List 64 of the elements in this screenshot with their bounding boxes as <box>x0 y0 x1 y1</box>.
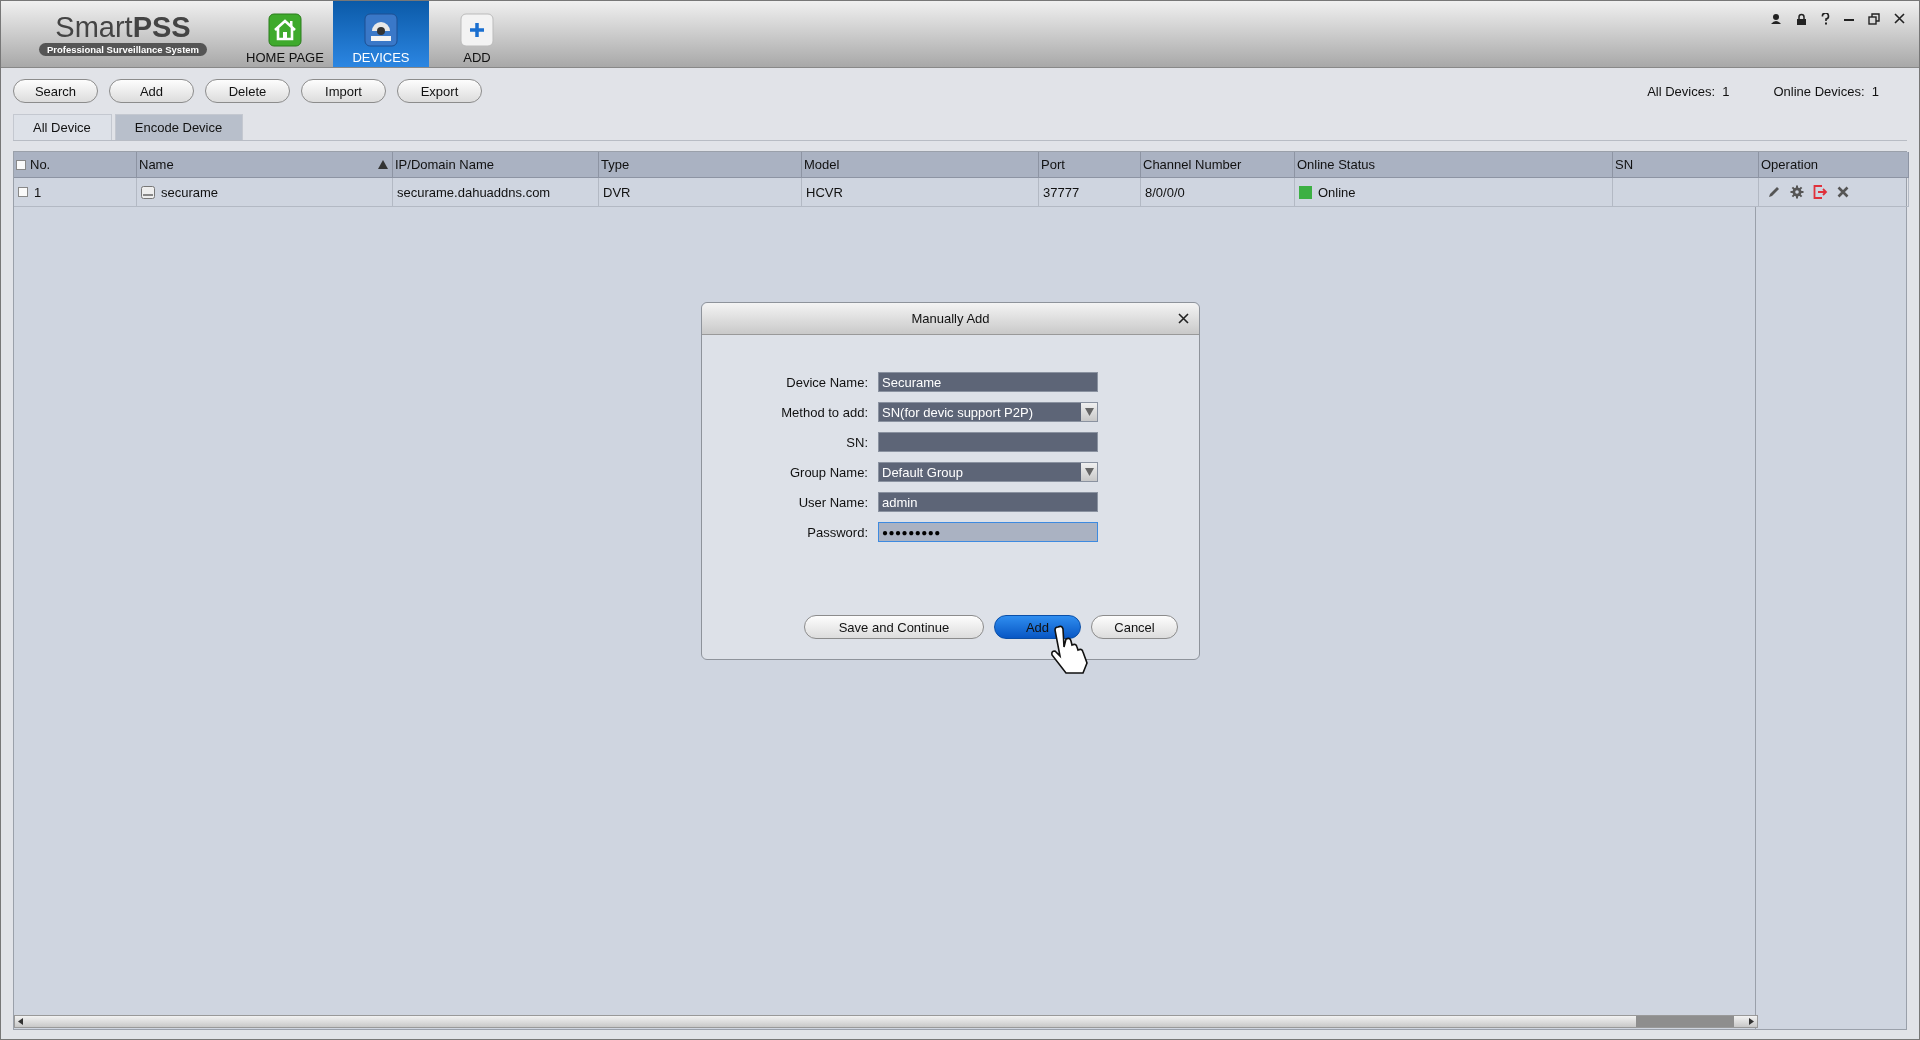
toolbar-button[interactable]: Export <box>397 79 482 103</box>
table-cell: securame <box>161 184 219 200</box>
camera-icon <box>364 13 398 47</box>
table-cell: securame.dahuaddns.com <box>397 184 551 200</box>
sub-tab[interactable]: Encode Device <box>114 114 244 140</box>
dialog-button[interactable]: Save and Continue <box>804 615 984 639</box>
input-field[interactable]: admin <box>878 492 1098 512</box>
column-header[interactable]: Type <box>601 157 630 172</box>
nav-tab[interactable]: ADD <box>429 1 525 67</box>
sub-tab[interactable]: All Device <box>13 114 112 140</box>
toolbar-button[interactable]: Search <box>13 79 98 103</box>
table-cell: 8/0/0/0 <box>1145 184 1185 200</box>
dropdown[interactable]: Default Group <box>878 462 1098 482</box>
table-cell: Online <box>1318 184 1356 200</box>
device-icon <box>141 185 155 199</box>
column-header[interactable]: SN <box>1615 157 1634 172</box>
app-logo: SmartPSS <box>55 12 191 42</box>
table-cell: 1 <box>34 184 42 200</box>
field-label: User Name: <box>797 494 868 510</box>
toolbar-button[interactable]: Add <box>109 79 194 103</box>
help-icon[interactable] <box>1821 13 1830 25</box>
nav-tab[interactable]: HOME PAGE <box>237 1 333 67</box>
field-label: Password: <box>806 524 868 540</box>
column-header[interactable]: Online Status <box>1297 157 1376 172</box>
exit-icon[interactable] <box>1813 185 1828 199</box>
field-label: Method to add: <box>780 404 868 420</box>
nav-tab[interactable]: DEVICES <box>333 1 429 67</box>
input-field[interactable] <box>878 432 1098 452</box>
app-tagline: Professional Surveillance System <box>38 43 208 56</box>
column-header[interactable]: Port <box>1041 157 1065 172</box>
dialog-button[interactable]: Cancel <box>1091 615 1178 639</box>
field-label: SN: <box>845 434 868 450</box>
column-header[interactable]: No. <box>30 157 51 172</box>
toolbar-button[interactable]: Import <box>301 79 386 103</box>
dropdown[interactable]: SN(for devic support P2P) <box>878 402 1098 422</box>
device-count: Online Devices: 1 <box>1773 83 1879 99</box>
column-header[interactable]: Name <box>139 157 174 172</box>
user-icon[interactable] <box>1770 13 1782 25</box>
dialog-title: Manually Add <box>911 311 990 326</box>
toolbar-button[interactable]: Delete <box>205 79 290 103</box>
plus-icon <box>460 13 494 47</box>
password-field[interactable]: ●●●●●●●●● <box>878 522 1098 542</box>
scroll-right-icon[interactable] <box>1746 1016 1757 1027</box>
column-header[interactable]: Model <box>804 157 840 172</box>
lock-icon[interactable] <box>1796 13 1807 25</box>
device-count: All Devices: 1 <box>1647 83 1730 99</box>
delete-icon[interactable] <box>1837 186 1849 198</box>
scroll-left-icon[interactable] <box>15 1016 26 1027</box>
field-label: Group Name: <box>788 464 868 480</box>
field-label: Device Name: <box>785 374 868 390</box>
dialog-button[interactable]: Add <box>994 615 1081 639</box>
row-checkbox[interactable] <box>18 187 28 197</box>
select-all-checkbox[interactable] <box>16 159 26 170</box>
horizontal-scrollbar[interactable] <box>14 1015 1758 1028</box>
table-cell: HCVR <box>806 184 843 200</box>
close-icon[interactable] <box>1894 13 1905 24</box>
pencil-icon[interactable] <box>1767 185 1781 199</box>
house-icon <box>268 13 302 47</box>
restore-icon[interactable] <box>1868 13 1880 25</box>
close-icon[interactable] <box>1178 313 1189 324</box>
settings-icon[interactable] <box>1790 185 1804 199</box>
table-cell: DVR <box>603 184 631 200</box>
table-cell: 37777 <box>1043 184 1080 200</box>
input-field[interactable]: Securame <box>878 372 1098 392</box>
